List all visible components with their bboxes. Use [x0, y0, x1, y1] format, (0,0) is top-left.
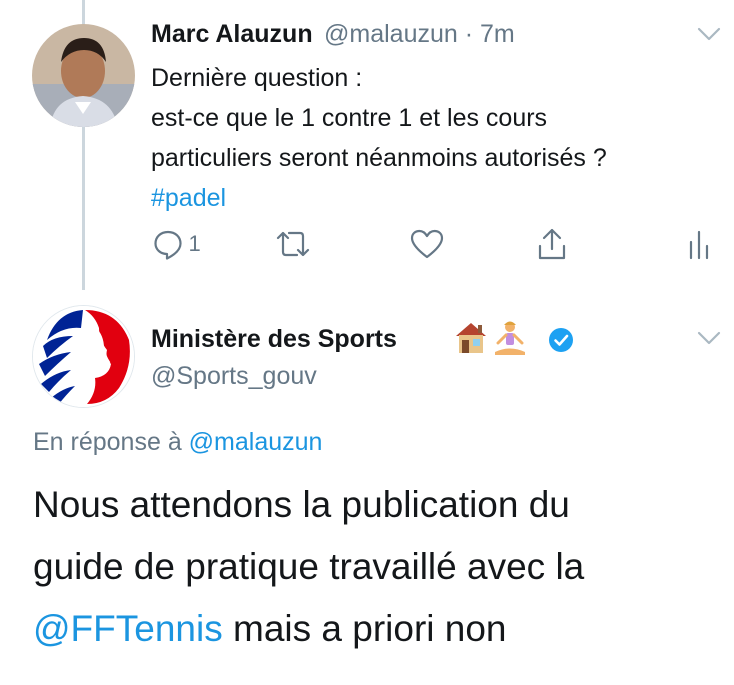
hashtag-link[interactable]: #padel: [151, 178, 607, 218]
tweet-line: particuliers seront néanmoins autorisés …: [151, 144, 607, 172]
share-icon: [538, 228, 566, 260]
tweet-line: est-ce que le 1 contre 1 et les cours: [151, 104, 548, 132]
author-name[interactable]: Ministère des Sports: [151, 325, 397, 354]
tweet-text: Dernière question : est-ce que le 1 cont…: [151, 58, 607, 218]
tweet-line: @FFTennis mais a priori non: [33, 598, 584, 660]
retweet-button[interactable]: [275, 228, 311, 265]
chevron-down-icon[interactable]: [697, 26, 721, 47]
reply-button[interactable]: 1: [152, 228, 201, 260]
tweet-line: Nous attendons la publication du: [33, 484, 570, 525]
tweet-text: Nous attendons la publication du guide d…: [33, 474, 584, 660]
tweet-line: Dernière question :: [151, 64, 363, 92]
author-handle[interactable]: @malauzun · 7m: [324, 20, 515, 49]
like-button[interactable]: [410, 228, 444, 265]
author-handle[interactable]: @Sports_gouv: [151, 362, 317, 391]
tweet-line-tail: mais a priori non: [222, 608, 507, 649]
verified-badge-icon: [548, 327, 574, 358]
house-emoji: [456, 321, 525, 355]
analytics-icon: [689, 230, 709, 260]
analytics-button[interactable]: [688, 228, 710, 265]
timestamp[interactable]: 7m: [480, 20, 515, 48]
tweet-line: guide de pratique travaillé avec la: [33, 546, 585, 587]
author-name[interactable]: Marc Alauzun: [151, 20, 313, 49]
emoji-group: [453, 319, 533, 366]
reply-icon: [154, 230, 182, 260]
share-button[interactable]: [536, 228, 568, 267]
separator-dot: ·: [464, 20, 474, 48]
like-icon: [410, 229, 444, 259]
mention-link[interactable]: @FFTennis: [33, 608, 223, 649]
marianne-logo[interactable]: [32, 305, 135, 408]
chevron-down-icon[interactable]: [697, 330, 721, 351]
reply-context: En réponse à @malauzun: [33, 428, 322, 457]
avatar[interactable]: [32, 24, 135, 127]
reply-count: 1: [188, 231, 201, 256]
yoga-emoji: [495, 321, 525, 355]
retweet-icon: [276, 231, 310, 257]
reply-prefix: En réponse à: [33, 428, 182, 456]
reply-handle-link[interactable]: @malauzun: [189, 428, 323, 456]
handle-text[interactable]: @malauzun: [324, 20, 458, 48]
